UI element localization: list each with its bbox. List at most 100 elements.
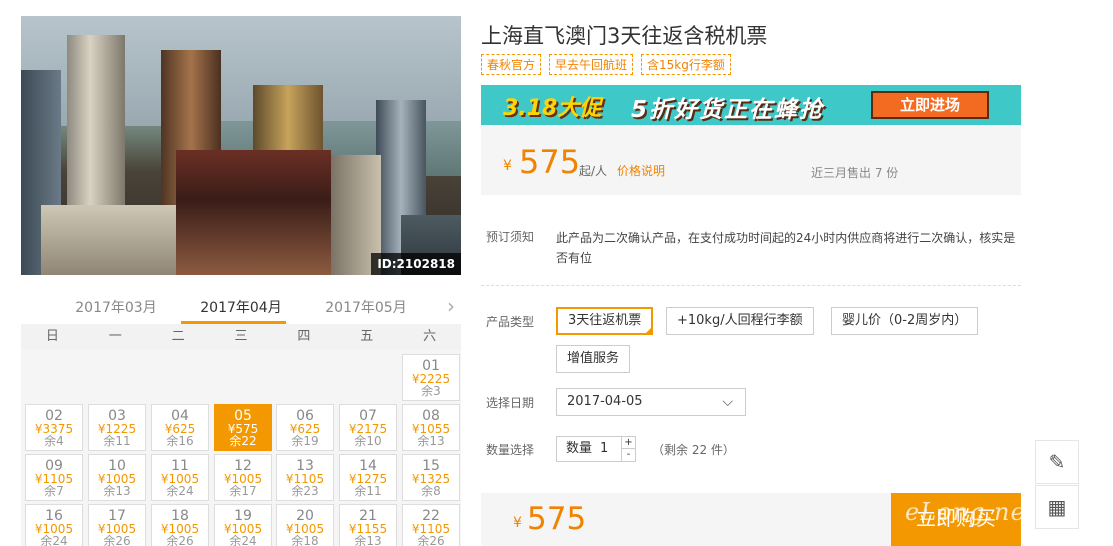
day-remaining: 余13 — [354, 534, 382, 546]
date-value: 2017-04-05 — [567, 394, 643, 409]
calendar-day[interactable]: 06 ¥625 余19 — [276, 404, 334, 451]
calendar-day[interactable]: 17 ¥1005 余26 — [88, 504, 146, 546]
product-tag: 早去午回航班 — [549, 54, 634, 75]
quantity-label: 数量选择 — [486, 443, 535, 457]
banner-promo-slogan: 5折好货正在蜂抢 — [631, 97, 825, 123]
day-remaining: 余7 — [44, 484, 64, 498]
quantity-increment-button[interactable]: + — [621, 437, 635, 449]
day-remaining: 余24 — [166, 484, 194, 498]
calendar-day[interactable]: 16 ¥1005 余24 — [25, 504, 83, 546]
calendar-grid: 01 ¥2225 余3 02 ¥3375 余4 03 ¥1225 余11 04 ¥625 余16 05 ¥… — [21, 350, 461, 546]
day-remaining: 余13 — [417, 434, 445, 448]
calendar-day[interactable]: 04 ¥625 余16 — [151, 404, 209, 451]
promo-banner[interactable]: 3.18大促 5折好货正在蜂抢 立即进场 — [481, 85, 1021, 125]
watermark: eLong.net — [905, 498, 1037, 526]
product-tags: 春秋官方 早去午回航班 含15kg行李额 — [481, 54, 731, 75]
check-icon: ✓ — [644, 320, 652, 329]
tab-month-next[interactable]: 2017年05月 — [306, 297, 426, 317]
day-remaining: 余16 — [166, 434, 194, 448]
type-option-label: 3天往返机票 — [568, 313, 642, 328]
sold-count: 近三月售出 7 份 — [811, 166, 899, 180]
calendar-day[interactable]: 05 ¥575 余22 — [214, 404, 272, 451]
type-option-luggage[interactable]: +10kg/人回程行李额 — [666, 307, 814, 335]
chevron-right-icon[interactable]: › — [447, 294, 455, 318]
price-amount: 575 — [519, 143, 581, 181]
weekday-label: 日 — [45, 329, 59, 344]
day-remaining: 余26 — [417, 534, 445, 546]
price-unit: 起/人 — [579, 164, 608, 178]
banner-promo-title: 3.18大促 — [503, 96, 602, 121]
day-remaining: 余26 — [166, 534, 194, 546]
weekday-label: 一 — [108, 329, 122, 344]
calendar-day[interactable]: 02 ¥3375 余4 — [25, 404, 83, 451]
date-label: 选择日期 — [486, 396, 535, 410]
bottom-price-currency: ¥ — [513, 515, 522, 531]
calendar-day[interactable]: 07 ¥2175 余10 — [339, 404, 397, 451]
day-remaining: 余11 — [103, 434, 131, 448]
qrcode-icon[interactable]: ▦ — [1035, 485, 1079, 529]
divider — [481, 285, 1021, 286]
product-photo: ID:2102818 — [21, 16, 461, 275]
calendar-day[interactable]: 20 ¥1005 余18 — [276, 504, 334, 546]
product-title: 上海直飞澳门3天往返含税机票 — [481, 24, 768, 48]
remaining-stock: （剩余 22 件） — [652, 443, 735, 457]
calendar-day[interactable]: 01 ¥2225 余3 — [402, 354, 460, 401]
type-option-infant[interactable]: 婴儿价（0-2周岁内） — [831, 307, 979, 335]
quantity-stepper[interactable]: 数量 1 + - — [556, 436, 636, 462]
product-tag: 含15kg行李额 — [641, 54, 731, 75]
day-remaining: 余10 — [354, 434, 382, 448]
day-remaining: 余19 — [291, 434, 319, 448]
product-tag: 春秋官方 — [481, 54, 542, 75]
photo-building — [176, 150, 331, 275]
product-type-label: 产品类型 — [486, 315, 535, 329]
price-explain-link[interactable]: 价格说明 — [617, 162, 665, 179]
day-remaining: 余4 — [44, 434, 64, 448]
calendar-weekday-header: 日 一 二 三 四 五 六 — [21, 324, 461, 350]
day-remaining: 余17 — [229, 484, 257, 498]
date-select[interactable]: 2017-04-05 ⌵ — [556, 388, 746, 416]
calendar-day[interactable]: 12 ¥1005 余17 — [214, 454, 272, 501]
banner-enter-button[interactable]: 立即进场 — [871, 91, 989, 119]
tab-month-prev[interactable]: 2017年03月 — [56, 297, 176, 317]
notice-text: 此产品为二次确认产品，在支付成功时间起的24小时内供应商将进行二次确认，核实是否… — [556, 231, 1016, 265]
chevron-down-icon: ⌵ — [722, 394, 733, 410]
calendar-day[interactable]: 09 ¥1105 余7 — [25, 454, 83, 501]
weekday-label: 四 — [297, 329, 311, 344]
calendar-day[interactable]: 11 ¥1005 余24 — [151, 454, 209, 501]
photo-id-badge: ID:2102818 — [371, 253, 461, 275]
price-box: ¥ 575 起/人 价格说明 近三月售出 7 份 — [481, 125, 1021, 195]
edit-icon[interactable]: ✎ — [1035, 440, 1079, 484]
calendar-day[interactable]: 22 ¥1105 余26 — [402, 504, 460, 546]
day-remaining: 余24 — [229, 534, 257, 546]
day-remaining: 余11 — [354, 484, 382, 498]
calendar-day[interactable]: 21 ¥1155 余13 — [339, 504, 397, 546]
type-option-roundtrip[interactable]: 3天往返机票 ✓ — [556, 307, 654, 335]
calendar-day[interactable]: 19 ¥1005 余24 — [214, 504, 272, 546]
quantity-decrement-button[interactable]: - — [621, 449, 635, 461]
calendar-day[interactable]: 08 ¥1055 余13 — [402, 404, 460, 451]
calendar-day[interactable]: 18 ¥1005 余26 — [151, 504, 209, 546]
type-option-value-added[interactable]: 增值服务 — [556, 345, 631, 373]
calendar-day[interactable]: 15 ¥1325 余8 — [402, 454, 460, 501]
day-remaining: 余22 — [229, 434, 257, 448]
bottom-price-amount: 575 — [527, 501, 587, 537]
notice-label: 预订须知 — [486, 230, 535, 244]
day-remaining: 余13 — [103, 484, 131, 498]
day-remaining: 余18 — [291, 534, 319, 546]
quantity-value[interactable]: 1 — [600, 437, 608, 461]
day-remaining: 余8 — [421, 484, 441, 498]
weekday-label: 六 — [423, 329, 437, 344]
weekday-label: 三 — [234, 329, 248, 344]
weekday-label: 五 — [360, 329, 374, 344]
day-remaining: 余3 — [421, 384, 441, 398]
day-remaining: 余23 — [291, 484, 319, 498]
calendar-day[interactable]: 13 ¥1105 余23 — [276, 454, 334, 501]
price-currency: ¥ — [503, 158, 512, 174]
day-remaining: 余26 — [103, 534, 131, 546]
day-remaining: 余24 — [40, 534, 68, 546]
calendar-day[interactable]: 10 ¥1005 余13 — [88, 454, 146, 501]
calendar-day[interactable]: 03 ¥1225 余11 — [88, 404, 146, 451]
quantity-field-label: 数量 — [566, 441, 593, 456]
tab-month-current[interactable]: 2017年04月 — [181, 297, 301, 317]
calendar-day[interactable]: 14 ¥1275 余11 — [339, 454, 397, 501]
